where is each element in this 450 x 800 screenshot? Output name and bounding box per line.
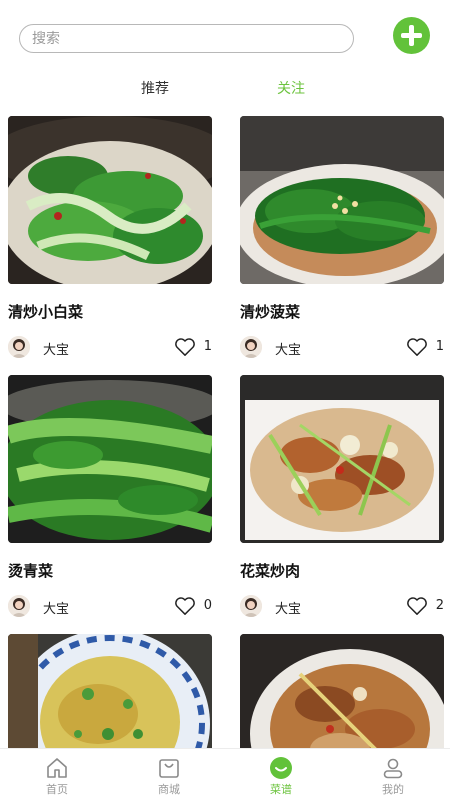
nav-label: 菜谱: [270, 783, 292, 796]
nav-home[interactable]: 首页: [12, 749, 102, 800]
recipe-title: 烫青菜: [8, 562, 54, 580]
like-button[interactable]: 0: [168, 595, 212, 617]
bottom-nav: 首页 商城 菜谱 我的: [0, 748, 450, 800]
recipe-meta: 大宝 0: [8, 595, 212, 617]
recipe-card[interactable]: [240, 634, 444, 748]
nav-recipes[interactable]: 菜谱: [236, 749, 326, 800]
recipe-photo[interactable]: [240, 375, 444, 543]
recipe-card[interactable]: [8, 634, 212, 748]
recipe-title: 清炒菠菜: [240, 303, 301, 321]
recipe-photo[interactable]: [8, 634, 212, 748]
avatar[interactable]: [8, 336, 30, 358]
home-icon: [47, 758, 67, 778]
search-box[interactable]: [19, 24, 354, 53]
avatar[interactable]: [240, 595, 262, 617]
like-count: 1: [435, 339, 444, 354]
heart-icon: [407, 338, 427, 356]
recipe-icon: [270, 757, 292, 779]
recipe-card[interactable]: 烫青菜 大宝 0: [8, 375, 212, 625]
author-name[interactable]: 大宝: [275, 598, 301, 617]
like-count: 0: [203, 598, 212, 613]
like-button[interactable]: 1: [400, 336, 444, 358]
tab-following[interactable]: 关注: [277, 78, 305, 98]
recipe-card[interactable]: 清炒菠菜 大宝 1: [240, 116, 444, 366]
recipe-card[interactable]: 清炒小白菜 大宝 1: [8, 116, 212, 366]
recipe-title: 清炒小白菜: [8, 303, 84, 321]
nav-label: 我的: [382, 783, 404, 796]
feed-tabs: 推荐 关注: [0, 72, 450, 104]
search-row: [0, 0, 450, 70]
author-name[interactable]: 大宝: [43, 598, 69, 617]
avatar[interactable]: [8, 595, 30, 617]
nav-profile[interactable]: 我的: [348, 749, 438, 800]
like-count: 1: [203, 339, 212, 354]
nav-label: 商城: [158, 783, 180, 796]
add-recipe-button[interactable]: [393, 17, 430, 54]
recipe-meta: 大宝 1: [8, 336, 212, 358]
user-icon: [383, 758, 403, 779]
recipe-photo[interactable]: [8, 116, 212, 284]
like-count: 2: [435, 598, 444, 613]
recipe-card[interactable]: 花菜炒肉 大宝 2: [240, 375, 444, 625]
heart-icon: [175, 338, 195, 356]
recipe-title: 花菜炒肉: [240, 562, 301, 580]
recipe-photo[interactable]: [8, 375, 212, 543]
recipe-meta: 大宝 1: [240, 336, 444, 358]
author-name[interactable]: 大宝: [275, 339, 301, 358]
recipe-photo[interactable]: [240, 116, 444, 284]
recipe-photo[interactable]: [240, 634, 444, 748]
heart-icon: [175, 597, 195, 615]
like-button[interactable]: 2: [400, 595, 444, 617]
tab-recommend[interactable]: 推荐: [141, 78, 169, 98]
shopping-bag-icon: [159, 759, 179, 778]
recipe-meta: 大宝 2: [240, 595, 444, 617]
like-button[interactable]: 1: [168, 336, 212, 358]
nav-shop[interactable]: 商城: [124, 749, 214, 800]
nav-label: 首页: [46, 783, 68, 796]
avatar[interactable]: [240, 336, 262, 358]
search-input[interactable]: [32, 29, 332, 49]
author-name[interactable]: 大宝: [43, 339, 69, 358]
heart-icon: [407, 597, 427, 615]
